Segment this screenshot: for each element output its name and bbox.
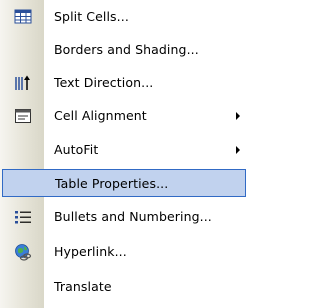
bullets-numbering-icon — [14, 208, 32, 226]
context-menu: Split Cells... Borders and Shading... Te… — [0, 0, 250, 308]
split-cells-icon — [14, 8, 32, 26]
submenu-arrow-icon — [236, 112, 240, 120]
menu-item-label: AutoFit — [54, 142, 99, 157]
menu-item-table-properties[interactable]: Table Properties... — [2, 169, 246, 197]
menu-item-borders-and-shading[interactable]: Borders and Shading... — [2, 36, 246, 64]
menu-item-autofit[interactable]: AutoFit — [2, 136, 246, 164]
menu-item-label: Translate — [54, 279, 112, 294]
menu-item-label: Bullets and Numbering... — [54, 209, 212, 224]
submenu-arrow-icon — [236, 146, 240, 154]
menu-item-label: Split Cells... — [54, 9, 129, 24]
cell-alignment-icon — [14, 107, 32, 125]
menu-item-text-direction[interactable]: Text Direction... — [2, 69, 246, 97]
text-direction-icon — [14, 74, 32, 92]
menu-item-label: Borders and Shading... — [54, 42, 199, 57]
menu-item-cell-alignment[interactable]: Cell Alignment — [2, 102, 246, 130]
menu-item-label: Cell Alignment — [54, 108, 147, 123]
menu-item-hyperlink[interactable]: Hyperlink... — [2, 238, 246, 266]
hyperlink-icon — [14, 243, 32, 261]
menu-item-label: Hyperlink... — [54, 244, 127, 259]
menu-item-label: Table Properties... — [55, 176, 169, 191]
menu-item-bullets-and-numbering[interactable]: Bullets and Numbering... — [2, 203, 246, 231]
menu-item-translate[interactable]: Translate — [2, 273, 246, 301]
menu-item-split-cells[interactable]: Split Cells... — [2, 3, 246, 31]
menu-item-label: Text Direction... — [54, 75, 154, 90]
